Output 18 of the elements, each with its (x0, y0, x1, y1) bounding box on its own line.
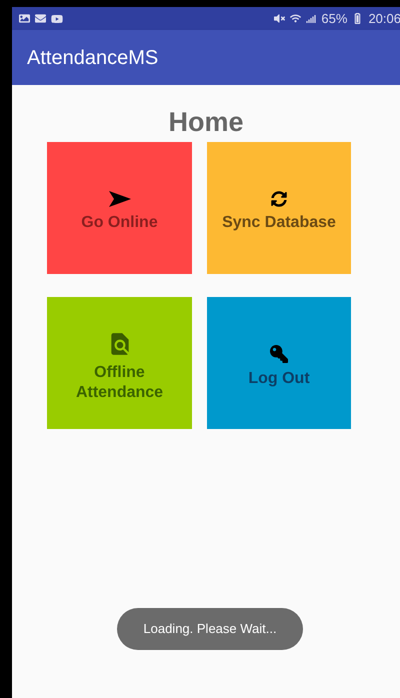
image-icon (19, 13, 30, 24)
key-icon (270, 345, 288, 363)
battery-percent: 65% (321, 10, 348, 28)
app-title: AttendanceMS (27, 46, 158, 70)
mute-icon (274, 13, 286, 24)
menu-tile[interactable]: Offline Attendance (47, 297, 192, 429)
mail-icon (35, 13, 46, 24)
battery-icon (352, 13, 364, 24)
loading-toast: Loading. Please Wait... (117, 608, 303, 650)
menu-tile[interactable]: Sync Database (207, 142, 351, 274)
menu-tile[interactable]: Go Online (47, 142, 192, 274)
page-heading: Home (168, 106, 244, 139)
sync-icon (271, 191, 287, 207)
signal-icon (306, 14, 316, 24)
wifi-icon (290, 13, 302, 24)
video-icon (51, 12, 63, 24)
menu-tile[interactable]: Log Out (207, 297, 351, 429)
send-icon (108, 191, 130, 207)
